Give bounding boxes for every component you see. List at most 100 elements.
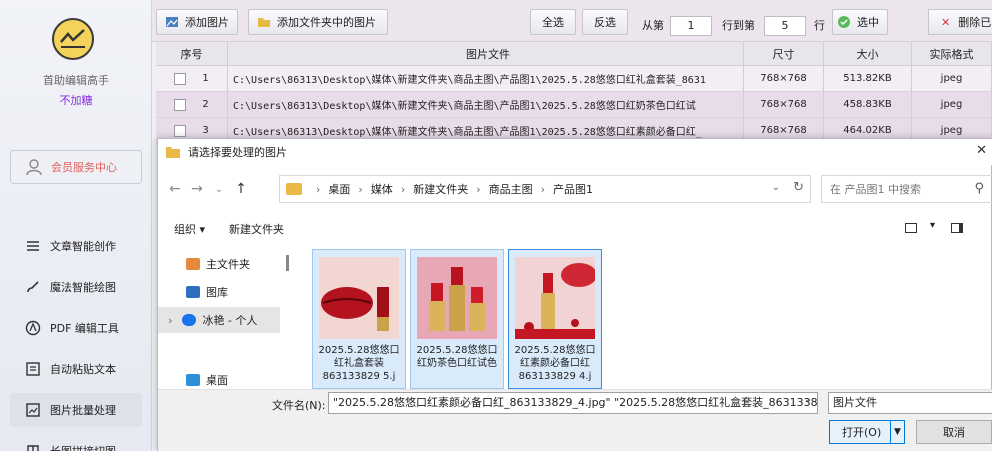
row-checkbox[interactable] bbox=[174, 72, 187, 85]
row-checkbox[interactable] bbox=[174, 98, 187, 111]
col-header-bytes[interactable]: 大小 bbox=[824, 42, 912, 65]
recent-chevron-icon[interactable]: ⌄ bbox=[208, 184, 230, 195]
sidebar-item-label: 魔法智能绘图 bbox=[50, 281, 116, 294]
image-add-icon bbox=[166, 17, 178, 27]
sidebar-item-label: 自动粘贴文本 bbox=[50, 363, 116, 376]
row-number: 3 bbox=[202, 125, 209, 136]
home-icon bbox=[186, 258, 200, 270]
chevron-down-icon[interactable]: ⌄ bbox=[804, 394, 812, 405]
filetype-select[interactable]: 图片文件 bbox=[828, 392, 992, 414]
chevron-right-icon[interactable]: › bbox=[168, 314, 172, 327]
sidebar-item-draw[interactable]: 魔法智能绘图 bbox=[10, 270, 142, 304]
app-subtitle[interactable]: 不加糖 bbox=[0, 92, 152, 108]
col-header-file[interactable]: 图片文件 bbox=[228, 42, 744, 65]
desktop-icon bbox=[186, 374, 200, 386]
dialog-title: 请选择要处理的图片 bbox=[188, 146, 287, 159]
paste-icon bbox=[24, 360, 42, 378]
dropdown-arrow-icon[interactable]: ▼ bbox=[890, 421, 904, 443]
dialog-footer: 文件名(N): "2025.5.28悠悠口红素颜必备口红_863133829_4… bbox=[158, 389, 992, 451]
breadcrumb-chevron-icon: › bbox=[400, 182, 406, 196]
chevron-down-icon[interactable]: ▾ bbox=[930, 220, 935, 231]
open-button[interactable]: 打开(O) ▼ bbox=[829, 420, 905, 444]
row-bytes-cell: 513.82KB bbox=[824, 66, 912, 91]
delete-selected-button[interactable]: ✕ 删除已 bbox=[928, 9, 992, 35]
add-image-button[interactable]: 添加图片 bbox=[156, 9, 238, 35]
lipstick-image bbox=[417, 257, 497, 339]
lipstick-hand-image bbox=[515, 257, 595, 339]
add-folder-button[interactable]: 添加文件夹中的图片 bbox=[248, 9, 388, 35]
invert-select-button[interactable]: 反选 bbox=[582, 9, 628, 35]
file-thumbnail[interactable]: 2025.5.28悠悠口红礼盒套装863133829 5.j bbox=[312, 249, 406, 389]
member-service-label: 会员服务中心 bbox=[51, 161, 117, 174]
nav-item-label: 主文件夹 bbox=[206, 258, 250, 271]
file-thumbnail[interactable]: 2025.5.28悠悠口红素颜必备口红863133829 4.j bbox=[508, 249, 602, 389]
refresh-icon[interactable]: ↻ bbox=[793, 180, 804, 195]
nav-scrollbar[interactable] bbox=[286, 255, 289, 271]
sidebar-item-stitch[interactable]: 长图拼接切图 bbox=[10, 434, 142, 451]
organize-menu[interactable]: 组织 ▾ bbox=[174, 221, 205, 237]
col-header-format[interactable]: 实际格式 bbox=[912, 42, 992, 65]
nav-item-onedrive[interactable]: › 冰艳 - 个人 bbox=[158, 307, 280, 333]
toolbar: 添加图片 添加文件夹中的图片 全选 反选 从第 1 行到第 5 行 选中 ✕ 删… bbox=[152, 0, 992, 42]
table-header: 序号 图片文件 尺寸 大小 实际格式 bbox=[156, 42, 992, 66]
sidebar-item-paste[interactable]: 自动粘贴文本 bbox=[10, 352, 142, 386]
breadcrumb-item[interactable]: 产品图1 bbox=[553, 181, 593, 197]
user-icon bbox=[26, 159, 42, 176]
add-folder-label: 添加文件夹中的图片 bbox=[277, 16, 376, 29]
image-icon bbox=[24, 401, 42, 419]
cloud-icon bbox=[182, 314, 197, 326]
open-label: 打开(O) bbox=[842, 426, 882, 439]
breadcrumb-item[interactable]: 媒体 bbox=[371, 181, 393, 197]
search-icon: ⚲ bbox=[974, 181, 984, 196]
table-row[interactable]: 2 C:\Users\86313\Desktop\媒体\新建文件夹\商品主图\产… bbox=[156, 92, 992, 118]
back-arrow-icon[interactable]: ← bbox=[164, 181, 186, 197]
sidebar-item-image-batch[interactable]: 图片批量处理 bbox=[10, 393, 142, 427]
sidebar: 首助编辑高手 不加糖 会员服务中心 文章智能创作 魔法智能绘图 PDF 编辑工具… bbox=[0, 0, 152, 451]
row-label: 行 bbox=[814, 19, 825, 32]
preview-pane-icon[interactable] bbox=[951, 223, 963, 233]
file-list: 2025.5.28悠悠口红礼盒套装863133829 5.j 2025.5.28… bbox=[310, 247, 992, 389]
sidebar-item-label: 图片批量处理 bbox=[50, 404, 116, 417]
sidebar-item-label: PDF 编辑工具 bbox=[50, 322, 119, 335]
breadcrumb-item[interactable]: 商品主图 bbox=[489, 181, 533, 197]
row-checkbox[interactable] bbox=[174, 124, 187, 137]
folder-icon bbox=[166, 147, 180, 158]
to-row-input[interactable]: 5 bbox=[764, 16, 806, 36]
chevron-down-icon[interactable]: ⌄ bbox=[772, 182, 780, 193]
search-input[interactable]: 在 产品图1 中搜索 ⚲ bbox=[821, 175, 992, 203]
table-row[interactable]: 1 C:\Users\86313\Desktop\媒体\新建文件夹\商品主图\产… bbox=[156, 66, 992, 92]
row-size-cell: 768×768 bbox=[744, 66, 824, 91]
add-image-label: 添加图片 bbox=[185, 16, 229, 29]
list-icon bbox=[24, 237, 42, 255]
sidebar-item-pdf[interactable]: PDF 编辑工具 bbox=[10, 311, 142, 345]
address-bar[interactable]: › 桌面 › 媒体 › 新建文件夹 › 商品主图 › 产品图1 ⌄ ↻ bbox=[279, 175, 811, 203]
filename-label: 文件名(N): bbox=[272, 399, 326, 412]
lips-lipstick-image bbox=[319, 257, 399, 339]
breadcrumb-chevron-icon: › bbox=[540, 182, 546, 196]
col-header-no[interactable]: 序号 bbox=[156, 42, 228, 65]
cancel-button[interactable]: 取消 bbox=[916, 420, 992, 444]
member-service-button[interactable]: 会员服务中心 bbox=[10, 150, 142, 184]
sidebar-item-label: 文章智能创作 bbox=[50, 240, 116, 253]
breadcrumb-item[interactable]: 桌面 bbox=[328, 181, 350, 197]
close-icon[interactable]: ✕ bbox=[976, 143, 987, 158]
select-all-button[interactable]: 全选 bbox=[530, 9, 576, 35]
from-row-input[interactable]: 1 bbox=[670, 16, 712, 36]
new-folder-button[interactable]: 新建文件夹 bbox=[229, 221, 284, 237]
up-arrow-icon[interactable]: ↑ bbox=[230, 181, 252, 197]
row-format-cell: jpeg bbox=[912, 66, 992, 91]
row-format-cell: jpeg bbox=[912, 92, 992, 117]
nav-item-home[interactable]: 主文件夹 bbox=[158, 251, 280, 277]
row-file-cell: C:\Users\86313\Desktop\媒体\新建文件夹\商品主图\产品图… bbox=[228, 66, 744, 91]
dialog-titlebar[interactable]: 请选择要处理的图片 bbox=[158, 139, 992, 165]
sidebar-item-article[interactable]: 文章智能创作 bbox=[10, 229, 142, 263]
col-header-size[interactable]: 尺寸 bbox=[744, 42, 824, 65]
view-mode-icon[interactable] bbox=[905, 223, 917, 233]
forward-arrow-icon[interactable]: → bbox=[186, 181, 208, 197]
app-name: 首助编辑高手 bbox=[43, 74, 109, 87]
filename-input[interactable]: "2025.5.28悠悠口红素颜必备口红_863133829_4.jpg" "2… bbox=[328, 392, 818, 414]
breadcrumb-item[interactable]: 新建文件夹 bbox=[413, 181, 468, 197]
file-thumbnail[interactable]: 2025.5.28悠悠口红奶茶色口红试色 bbox=[410, 249, 504, 389]
select-range-button[interactable]: 选中 bbox=[832, 9, 888, 35]
nav-item-gallery[interactable]: 图库 bbox=[158, 279, 280, 305]
